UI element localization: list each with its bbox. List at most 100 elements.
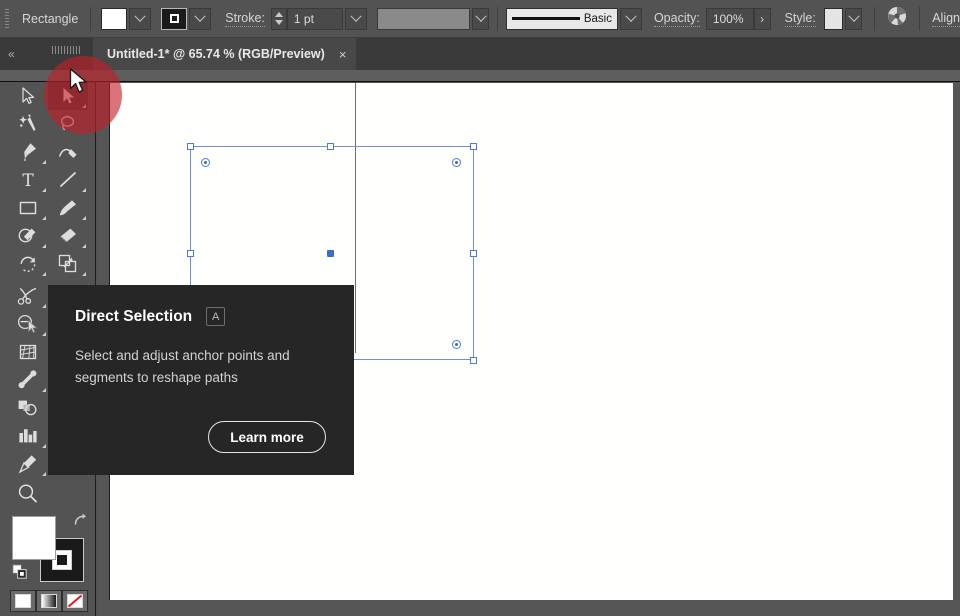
tool-flyout-indicator[interactable] (42, 160, 46, 164)
chevron-down-icon (134, 10, 146, 22)
divider (919, 6, 921, 31)
panel-collapse-button[interactable]: « (8, 38, 15, 70)
bbox-handle-middle-right[interactable] (470, 250, 477, 257)
stroke-profile-preview-icon (511, 17, 580, 20)
rectangle-tool[interactable] (8, 194, 48, 222)
popover-title-row: Direct Selection A (75, 307, 226, 326)
magic-wand-tool[interactable] (8, 110, 48, 138)
lasso-tool[interactable] (48, 110, 88, 138)
tool-flyout-indicator[interactable] (82, 216, 86, 220)
gradient-tool[interactable] (8, 394, 48, 422)
chevron-down-icon (625, 10, 637, 22)
svg-text:T: T (22, 171, 34, 191)
width-tool[interactable] (8, 366, 48, 394)
stroke-profile-field[interactable]: Basic (505, 7, 618, 30)
column-graph-tool[interactable] (8, 422, 48, 450)
control-bar-grip[interactable] (0, 0, 14, 38)
direct-selection-tool[interactable] (48, 82, 88, 110)
opacity-label[interactable]: Opacity: (653, 11, 700, 27)
bbox-handle-top-center[interactable] (327, 143, 334, 150)
graphic-style-dropdown[interactable] (845, 7, 863, 30)
eraser-tool[interactable] (48, 222, 88, 250)
stroke-color-swatch[interactable] (161, 7, 188, 30)
stroke-label[interactable]: Stroke: (225, 11, 265, 27)
tool-flyout-indicator[interactable] (82, 188, 86, 192)
swap-fill-stroke-icon[interactable] (72, 512, 88, 528)
tool-flyout-indicator[interactable] (82, 272, 86, 276)
tool-tip-popover: Direct Selection A Select and adjust anc… (48, 285, 354, 475)
paintbrush-tool[interactable] (48, 194, 88, 222)
divider (496, 6, 498, 31)
keyboard-shortcut-badge: A (206, 307, 226, 326)
document-tab[interactable]: Untitled-1* @ 65.74 % (RGB/Preview) × (93, 38, 357, 70)
eyedropper-tool[interactable] (8, 450, 48, 478)
tool-flyout-indicator[interactable] (42, 244, 46, 248)
stepper-up-icon (274, 12, 283, 17)
anchor-point-bottom-right[interactable] (452, 340, 461, 349)
tool-flyout-indicator[interactable] (42, 304, 46, 308)
popover-description: Select and adjust anchor points and segm… (75, 348, 290, 385)
tab-bar-grip[interactable] (52, 46, 82, 54)
paint-mode-buttons (10, 590, 88, 612)
opacity-field[interactable]: 100% (705, 7, 754, 30)
shape-builder-tool[interactable] (8, 310, 48, 338)
anchor-point-top-right[interactable] (452, 158, 461, 167)
tool-flyout-indicator[interactable] (42, 472, 46, 476)
rotate-tool[interactable] (8, 250, 48, 278)
close-icon[interactable]: × (339, 48, 347, 61)
selected-object-label: Rectangle (22, 11, 79, 26)
tool-flyout-indicator[interactable] (42, 216, 46, 220)
tool-flyout-indicator[interactable] (42, 444, 46, 448)
chevron-down-icon (474, 10, 487, 22)
scissors-tool[interactable] (8, 282, 48, 310)
opacity-more-button[interactable]: › (753, 7, 771, 30)
anchor-point-selected[interactable] (327, 250, 334, 257)
graphic-style-swatch[interactable] (823, 7, 844, 30)
selection-tool[interactable] (8, 82, 48, 110)
document-setup-icon[interactable] (887, 6, 907, 31)
tool-flyout-indicator[interactable] (82, 244, 86, 248)
chevron-down-icon (848, 10, 860, 22)
variable-width-dropdown[interactable] (472, 7, 489, 30)
stroke-weight-field[interactable]: 1 pt (286, 7, 343, 30)
anchor-point-top-left[interactable] (201, 158, 210, 167)
stroke-weight-dropdown[interactable] (344, 7, 367, 30)
variable-width-profile-bar[interactable] (376, 7, 471, 30)
document-tab-title: Untitled-1* @ 65.74 % (RGB/Preview) (107, 47, 325, 61)
tool-flyout-indicator[interactable] (82, 104, 86, 108)
shaper-pencil-tool[interactable] (8, 222, 48, 250)
align-label[interactable]: Align (932, 11, 960, 27)
fill-color-indicator[interactable] (12, 516, 56, 560)
tool-flyout-indicator[interactable] (42, 388, 46, 392)
pen-tool[interactable] (8, 138, 48, 166)
curvature-tool[interactable] (48, 138, 88, 166)
fill-swatch-dropdown[interactable] (129, 7, 152, 30)
tool-flyout-indicator[interactable] (42, 332, 46, 336)
tool-flyout-indicator[interactable] (42, 272, 46, 276)
ruler-strip (0, 70, 960, 82)
gradient-mode-button[interactable] (36, 590, 62, 612)
bbox-handle-middle-left[interactable] (187, 250, 194, 257)
stroke-profile-dropdown[interactable] (619, 7, 642, 30)
default-fill-stroke-icon[interactable] (12, 564, 28, 580)
bbox-handle-bottom-right[interactable] (470, 357, 477, 364)
stroke-weight-stepper[interactable] (270, 7, 287, 30)
style-label[interactable]: Style: (784, 11, 816, 27)
tool-flyout-indicator[interactable] (42, 188, 46, 192)
chevron-down-icon (194, 10, 206, 22)
stepper-down-icon (274, 20, 283, 25)
type-tool[interactable]: T (8, 166, 48, 194)
stroke-profile-name: Basic (583, 12, 612, 25)
chevron-down-icon (350, 10, 362, 22)
line-segment-tool[interactable] (48, 166, 88, 194)
perspective-grid-tool[interactable] (8, 338, 48, 366)
zoom-tool[interactable] (8, 480, 48, 508)
none-mode-button[interactable] (62, 590, 88, 612)
bbox-handle-top-left[interactable] (187, 143, 194, 150)
learn-more-button[interactable]: Learn more (208, 421, 326, 453)
stroke-swatch-dropdown[interactable] (189, 7, 212, 30)
fill-color-swatch[interactable] (101, 7, 128, 30)
free-transform-tool[interactable] (48, 250, 88, 278)
color-mode-button[interactable] (10, 590, 36, 612)
bbox-handle-top-right[interactable] (470, 143, 477, 150)
